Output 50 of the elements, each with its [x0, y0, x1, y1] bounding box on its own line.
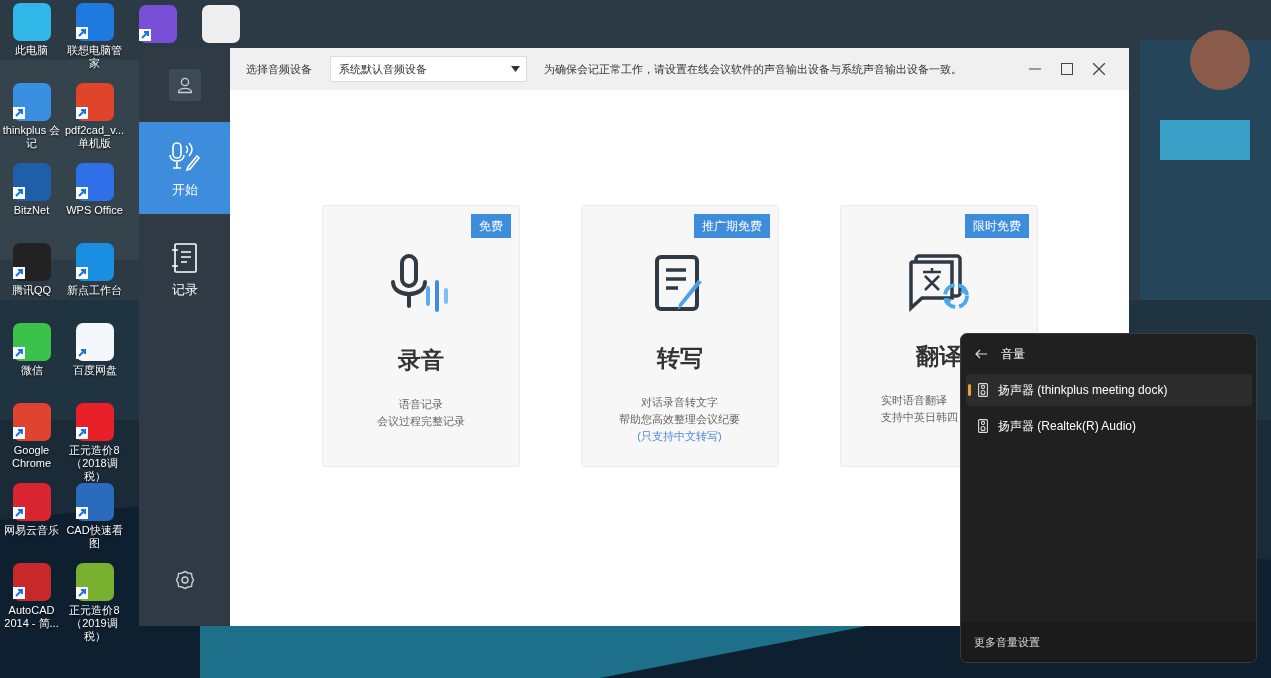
microphone-pen-icon	[167, 140, 202, 174]
desktop-shortcut[interactable]: 腾讯QQ	[0, 242, 63, 318]
price-tag: 推广期免费	[693, 214, 770, 238]
panel-title: 音量	[1001, 346, 1025, 363]
notebook-icon	[169, 241, 200, 274]
device-option[interactable]: 扬声器 (thinkplus meeting dock)	[966, 374, 1252, 406]
account-button[interactable]	[168, 69, 201, 101]
desktop-shortcut[interactable]: WPS Office	[63, 162, 126, 238]
desktop-shortcut[interactable]: BitzNet	[0, 162, 63, 238]
close-icon	[1093, 63, 1105, 75]
card-note: (只支持中文转写)	[637, 429, 722, 444]
card-description: 会议过程完整记录	[376, 414, 465, 429]
settings-link[interactable]: 更多音量设置	[974, 633, 1040, 651]
price-tag: 免费	[470, 214, 511, 238]
card-title: 翻译	[915, 342, 962, 370]
user-icon	[175, 76, 194, 94]
device-dropdown[interactable]: 系统默认音频设备	[330, 56, 527, 82]
caret-icon	[511, 66, 520, 72]
desktop-shortcut[interactable]: Google Chrome	[0, 402, 63, 478]
device-label: 选择音频设备	[246, 61, 312, 77]
settings-icon	[174, 570, 195, 590]
desktop-shortcut[interactable]: 此电脑	[0, 2, 63, 78]
desktop-shortcut[interactable]: thinkplus 会记	[0, 82, 63, 158]
desktop-shortcut[interactable]: 网易云音乐	[0, 482, 63, 558]
card-description: 对话录音转文字	[641, 395, 718, 410]
price-tag: 限时免费	[964, 214, 1029, 238]
desktop-shortcut[interactable]: 微信	[0, 322, 63, 398]
desktop-shortcut[interactable]: 新点工作台	[63, 242, 126, 318]
desktop-shortcut[interactable]: CAD快速看图	[63, 482, 126, 558]
back-button[interactable]	[975, 349, 987, 359]
card-description: 语音记录	[398, 397, 443, 412]
speaker-icon	[978, 383, 988, 397]
desktop-shortcut[interactable]: 联想电脑管家	[63, 2, 126, 78]
nav-tab[interactable]: 记录	[139, 223, 230, 313]
feature-card[interactable]: 推广期免费 转写 对话录音转文字 帮助您高效整理会议纪要 (只支持中文转写)	[580, 205, 779, 467]
card-description: 支持中英日韩四	[880, 410, 958, 425]
maximize-icon	[1061, 63, 1073, 75]
desktop-shortcut[interactable]: 百度网盘	[63, 322, 126, 398]
card-title: 转写	[656, 344, 703, 372]
desktop-shortcut[interactable]: pdf2cad_v... 单机版	[63, 82, 126, 158]
desktop-shortcut[interactable]: AutoCAD 2014 - 简...	[0, 562, 63, 638]
back-arrow-icon	[975, 349, 987, 359]
card-description: 实时语音翻译	[880, 393, 947, 408]
notice-text: 为确保会记正常工作，请设置在线会议软件的声音输出设备与系统声音输出设备一致。	[544, 61, 962, 77]
card-title: 录音	[397, 346, 444, 374]
card-description: 帮助您高效整理会议纪要	[619, 412, 740, 427]
settings-button[interactable]	[174, 570, 195, 590]
speaker-icon	[978, 419, 988, 433]
feature-card[interactable]: 免费 录音 语音记录 会议过程完整记录	[321, 205, 520, 467]
minimize-icon	[1029, 68, 1041, 70]
